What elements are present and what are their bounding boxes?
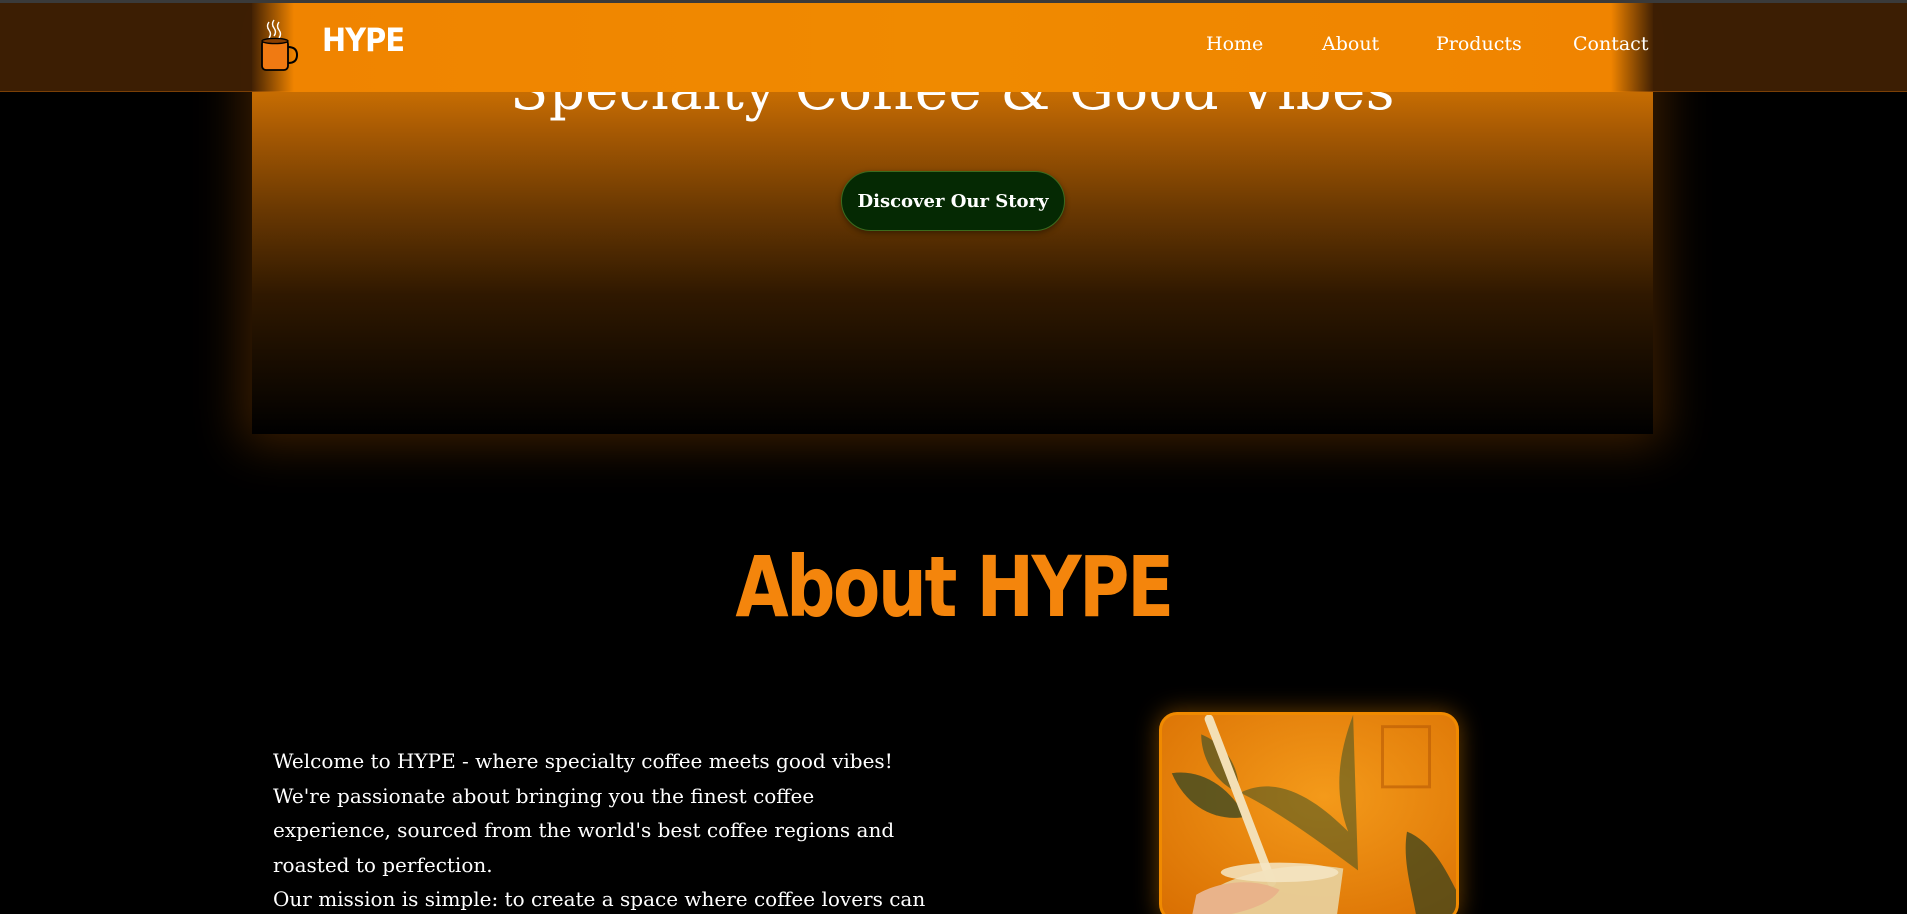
about-paragraph: Our mission is simple: to create a space… xyxy=(273,887,926,912)
window-top-border xyxy=(0,0,1907,3)
nav-products[interactable]: Products xyxy=(1436,33,1522,55)
about-text: Welcome to HYPE - where specialty coffee… xyxy=(273,744,933,914)
nav-about[interactable]: About xyxy=(1322,33,1379,55)
navbar: HYPE Home About Products Contact xyxy=(0,3,1907,92)
nav-contact[interactable]: Contact xyxy=(1573,33,1648,55)
about-paragraph: We're passionate about bringing you the … xyxy=(273,783,895,877)
about-heading: About HYPE xyxy=(735,538,1174,636)
discover-story-button[interactable]: Discover Our Story xyxy=(841,171,1065,231)
about-paragraph: Welcome to HYPE - where specialty coffee… xyxy=(273,749,893,773)
nav-links: Home About Products Contact xyxy=(0,33,1907,63)
nav-home[interactable]: Home xyxy=(1206,33,1263,55)
iced-drink-photo xyxy=(1159,712,1459,914)
